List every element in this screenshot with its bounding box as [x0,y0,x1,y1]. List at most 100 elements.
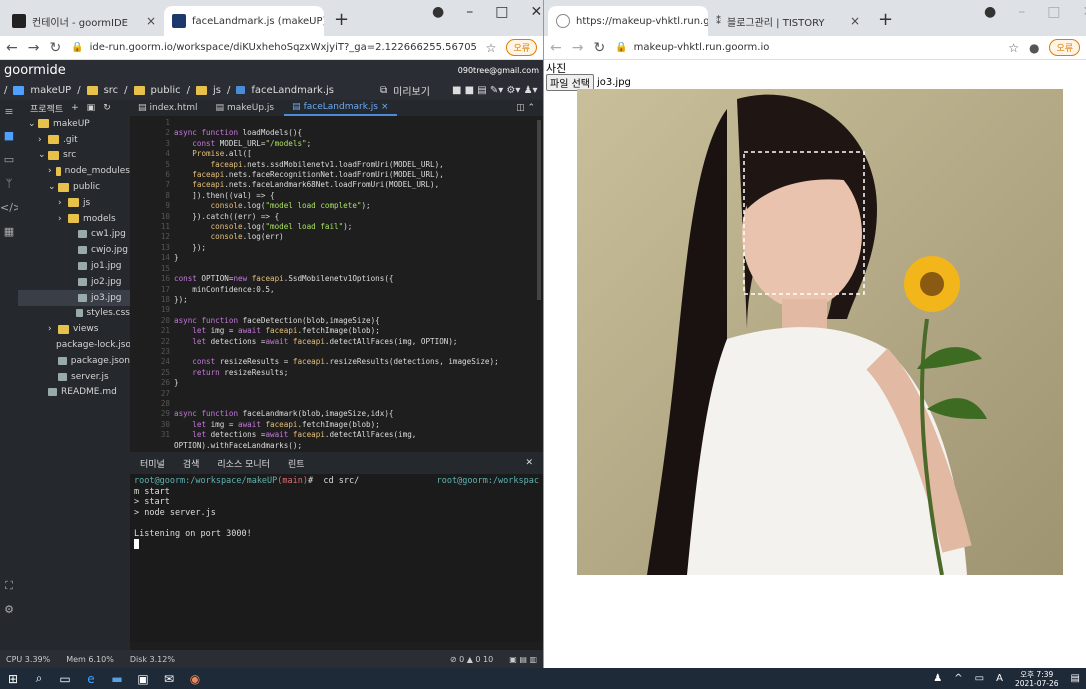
back-icon[interactable]: ← [550,40,562,56]
url-field[interactable]: 🔒 makeup-vhktl.run.goorm.io [615,42,998,53]
preview-button[interactable]: 미리보기 [393,83,430,98]
search-icon[interactable]: ⌕ [26,671,52,686]
add-icon[interactable]: + [71,103,79,113]
preview-icon[interactable]: ⧉ [380,85,387,96]
tree-item[interactable]: ⌄ src [18,148,130,164]
split-icon[interactable]: ◫ ⌃ [516,103,543,113]
clock[interactable]: 오후 7:39 2021-07-26 [1015,670,1059,688]
code-text: }).catch((err) => { [174,211,280,221]
code-line: 22 let detections =await faceapi.detectA… [130,337,543,347]
task-view-icon[interactable]: ▭ [52,672,78,686]
new-tab-button[interactable]: + [868,9,903,36]
address-bar: ← → ↻ 🔒 ide-run.goorm.io/workspace/diKUx… [0,36,543,60]
tree-item[interactable]: jo1.jpg [18,258,130,274]
reload-icon[interactable]: ↻ [49,40,61,56]
windows-start-icon[interactable]: ⊞ [0,672,26,686]
close-window-button[interactable]: ✕ [530,4,542,20]
mail-icon[interactable]: ✉ [156,672,182,686]
profile-dot-icon[interactable]: ● [984,4,996,20]
forward-icon[interactable]: → [572,40,584,56]
tab-facelandmark[interactable]: faceLandmark.js (makeUP) - goo × [164,6,324,36]
back-icon[interactable]: ← [6,40,18,56]
tab-resource-monitor[interactable]: 리소스 모니터 [217,457,270,470]
account-icon[interactable]: ● [1029,41,1039,55]
close-window-button[interactable]: ✕ [1082,4,1086,20]
tree-item[interactable]: ⌄ public [18,179,130,195]
close-icon[interactable]: × [146,14,156,28]
close-icon[interactable]: × [381,102,389,112]
profile-dot-icon[interactable]: ● [432,4,444,20]
tab-makeup-js[interactable]: ▤ makeUp.js [208,100,283,116]
tray-up-icon[interactable]: ^ [954,673,962,684]
tab-index-html[interactable]: ▤ index.html [130,100,206,116]
file-explorer-icon[interactable]: ▬ [104,672,130,686]
url-field[interactable]: 🔒 ide-run.goorm.io/workspace/diKUxhehoSq… [71,42,475,53]
refresh-icon[interactable]: ↻ [103,103,111,113]
files-icon[interactable]: ■ [0,124,18,148]
tree-item[interactable]: cwjo.jpg [18,242,130,258]
tree-item[interactable]: › views [18,321,130,337]
tab-facelandmark-js[interactable]: ▤ faceLandmark.js × [284,100,397,116]
code-icon[interactable]: </> [0,196,22,220]
breadcrumb-item[interactable]: src [104,85,119,96]
code-editor[interactable]: ▤ index.html ▤ makeUp.js ▤ faceLandmark.js ×… [130,100,543,470]
tree-item[interactable]: package-lock.json [18,337,130,353]
settings-icon[interactable]: ⚙ [0,598,18,622]
people-icon[interactable]: ♟ [933,673,942,684]
reload-icon[interactable]: ↻ [593,40,605,56]
chrome-icon[interactable]: ◉ [182,672,208,686]
store-icon[interactable]: ▣ [130,672,156,686]
minimize-button[interactable]: – [466,4,473,20]
minimize-button[interactable]: – [1018,4,1025,20]
extensions-icon[interactable]: ▦ [0,220,18,244]
forward-icon[interactable]: → [28,40,40,56]
tree-item[interactable]: › js [18,195,130,211]
file-icon [236,86,246,94]
profile-button[interactable]: 오류 [506,39,537,56]
tab-search[interactable]: 검색 [183,457,200,470]
error-count[interactable]: ⊘ 0 ▲ 0 10 [450,655,493,664]
tree-item[interactable]: › node_modules [18,163,130,179]
collapse-icon[interactable]: ▣ [87,103,96,113]
maximize-button[interactable]: □ [495,4,508,20]
tree-item[interactable]: package.json [18,353,130,369]
tab-tistory[interactable]: ⁑ 블로그관리 | TISTORY × [708,6,868,36]
account-email[interactable]: 090tree@gmail.com [458,66,539,75]
ime-lang[interactable]: A [996,673,1003,684]
editor-scrollbar[interactable] [537,120,541,300]
layout-icons[interactable]: ▣ ▤ ▥ [509,655,537,664]
toolbar-icons[interactable]: ■ ■ ▤ ✎▾ ⚙▾ ♟▾ [452,85,538,96]
breadcrumb-item[interactable]: makeUP [30,85,71,96]
tree-item[interactable]: styles.css [18,306,130,322]
tab-container[interactable]: 컨테이너 - goormIDE × [4,6,164,36]
terminal-icon[interactable]: ▭ [0,148,18,172]
notification-icon[interactable]: ▤ [1071,673,1080,684]
tab-lint[interactable]: 린트 [288,457,305,470]
tab-makeup[interactable]: https://makeup-vhktl.run.goorm × [548,6,708,36]
menu-icon[interactable]: ≡ [0,100,18,124]
profile-button[interactable]: 오류 [1049,39,1080,56]
new-tab-button[interactable]: + [324,9,359,36]
expand-icon[interactable]: ⛶ [0,574,18,598]
tree-item[interactable]: server.js [18,369,130,385]
tree-item[interactable]: › .git [18,132,130,148]
network-icon[interactable]: ▭ [975,673,984,684]
tree-item[interactable]: ⌄ makeUP [18,116,130,132]
maximize-button[interactable]: □ [1047,4,1060,20]
edge-icon[interactable]: e [78,672,104,686]
tree-item[interactable]: jo2.jpg [18,274,130,290]
tree-item[interactable]: README.md [18,385,130,401]
tree-item[interactable]: cw1.jpg [18,227,130,243]
git-icon[interactable]: ᛘ [0,172,18,196]
tree-item[interactable]: › models [18,211,130,227]
star-icon[interactable]: ☆ [486,41,497,55]
close-icon[interactable]: ✕ [525,458,543,468]
terminal-panel[interactable]: 터미널 검색 리소스 모니터 린트 ✕ root@goorm:/workspac… [130,452,543,642]
tree-item[interactable]: jo3.jpg [18,289,130,306]
breadcrumb-item[interactable]: public [151,85,181,96]
close-icon[interactable]: × [850,14,860,28]
breadcrumb-item[interactable]: faceLandmark.js [251,85,334,96]
tab-terminal[interactable]: 터미널 [140,457,165,470]
star-icon[interactable]: ☆ [1008,41,1019,55]
breadcrumb-item[interactable]: js [213,85,221,96]
